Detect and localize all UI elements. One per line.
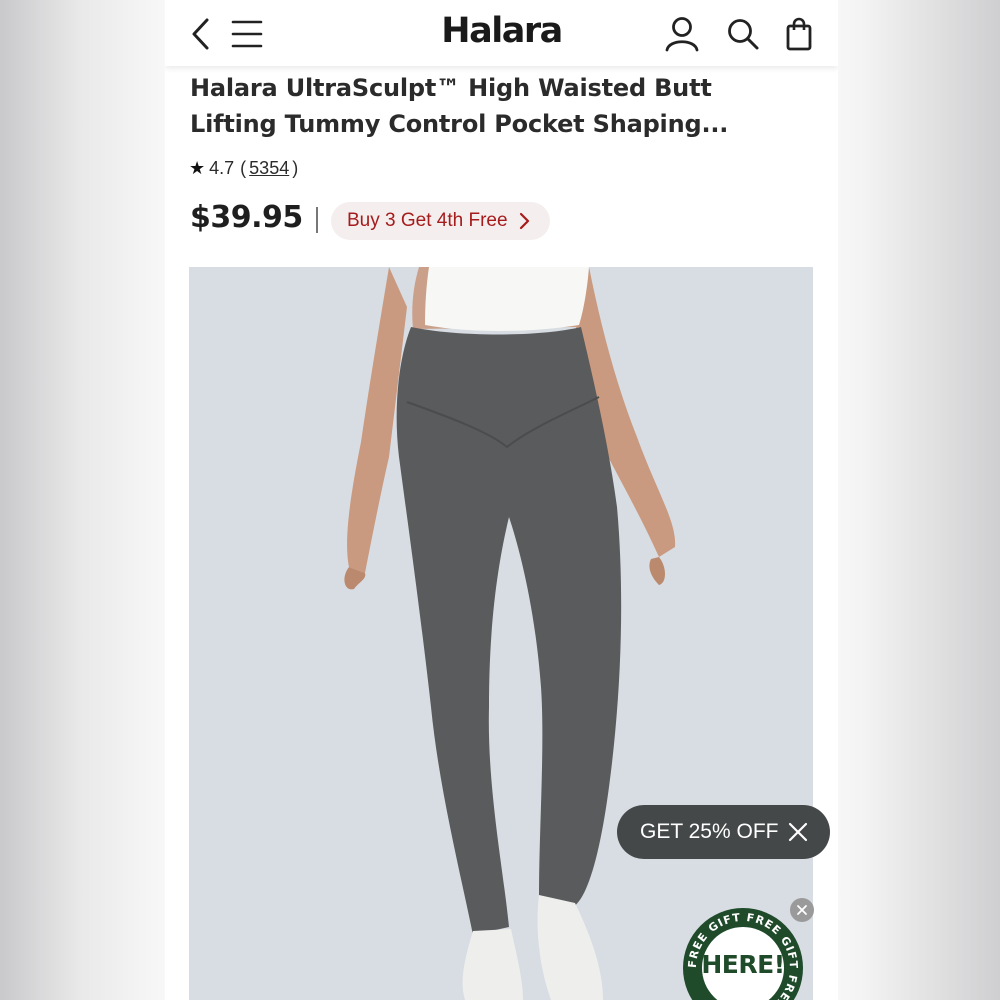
close-icon <box>797 905 807 915</box>
gift-center-text: HERE! <box>701 950 785 979</box>
search-icon[interactable] <box>721 12 765 56</box>
account-icon[interactable] <box>660 12 704 56</box>
close-icon[interactable] <box>788 822 808 842</box>
star-icon: ★ <box>189 157 206 178</box>
discount-popup[interactable]: GET 25% OFF <box>617 805 830 859</box>
product-image[interactable] <box>189 267 813 1000</box>
product-title-line-1: Halara UltraSculpt™ High Waisted Butt <box>190 74 712 102</box>
leggings-model-illustration <box>344 267 676 1000</box>
product-title: Halara UltraSculpt™ High Waisted Butt Li… <box>190 70 750 142</box>
gift-close-button[interactable] <box>790 898 814 922</box>
review-count-link[interactable]: 5354 <box>249 158 289 179</box>
rating-value: 4.7 <box>209 157 235 178</box>
discount-label: GET 25% OFF <box>640 820 779 843</box>
chevron-right-icon <box>519 212 529 230</box>
top-nav-bar: Halara <box>165 0 838 66</box>
rating-paren-close: ) <box>292 157 299 178</box>
product-price: $39.95 <box>190 200 303 235</box>
promo-button[interactable]: Buy 3 Get 4th Free <box>331 202 550 240</box>
promo-label: Buy 3 Get 4th Free <box>347 210 508 231</box>
bag-icon[interactable] <box>777 12 821 56</box>
product-title-line-2: Lifting Tummy Control Pocket Shaping... <box>190 110 729 138</box>
rating-paren-open: ( <box>240 157 247 178</box>
price-divider <box>316 207 318 233</box>
product-rating: ★ 4.7 ( 5354 ) <box>189 156 298 180</box>
free-gift-badge[interactable]: FREE GIFT FREE GIFT FREE GIFT HERE! <box>681 906 805 1000</box>
phone-screen: Halara Halara UltraSculpt™ High Waisted … <box>165 0 838 1000</box>
